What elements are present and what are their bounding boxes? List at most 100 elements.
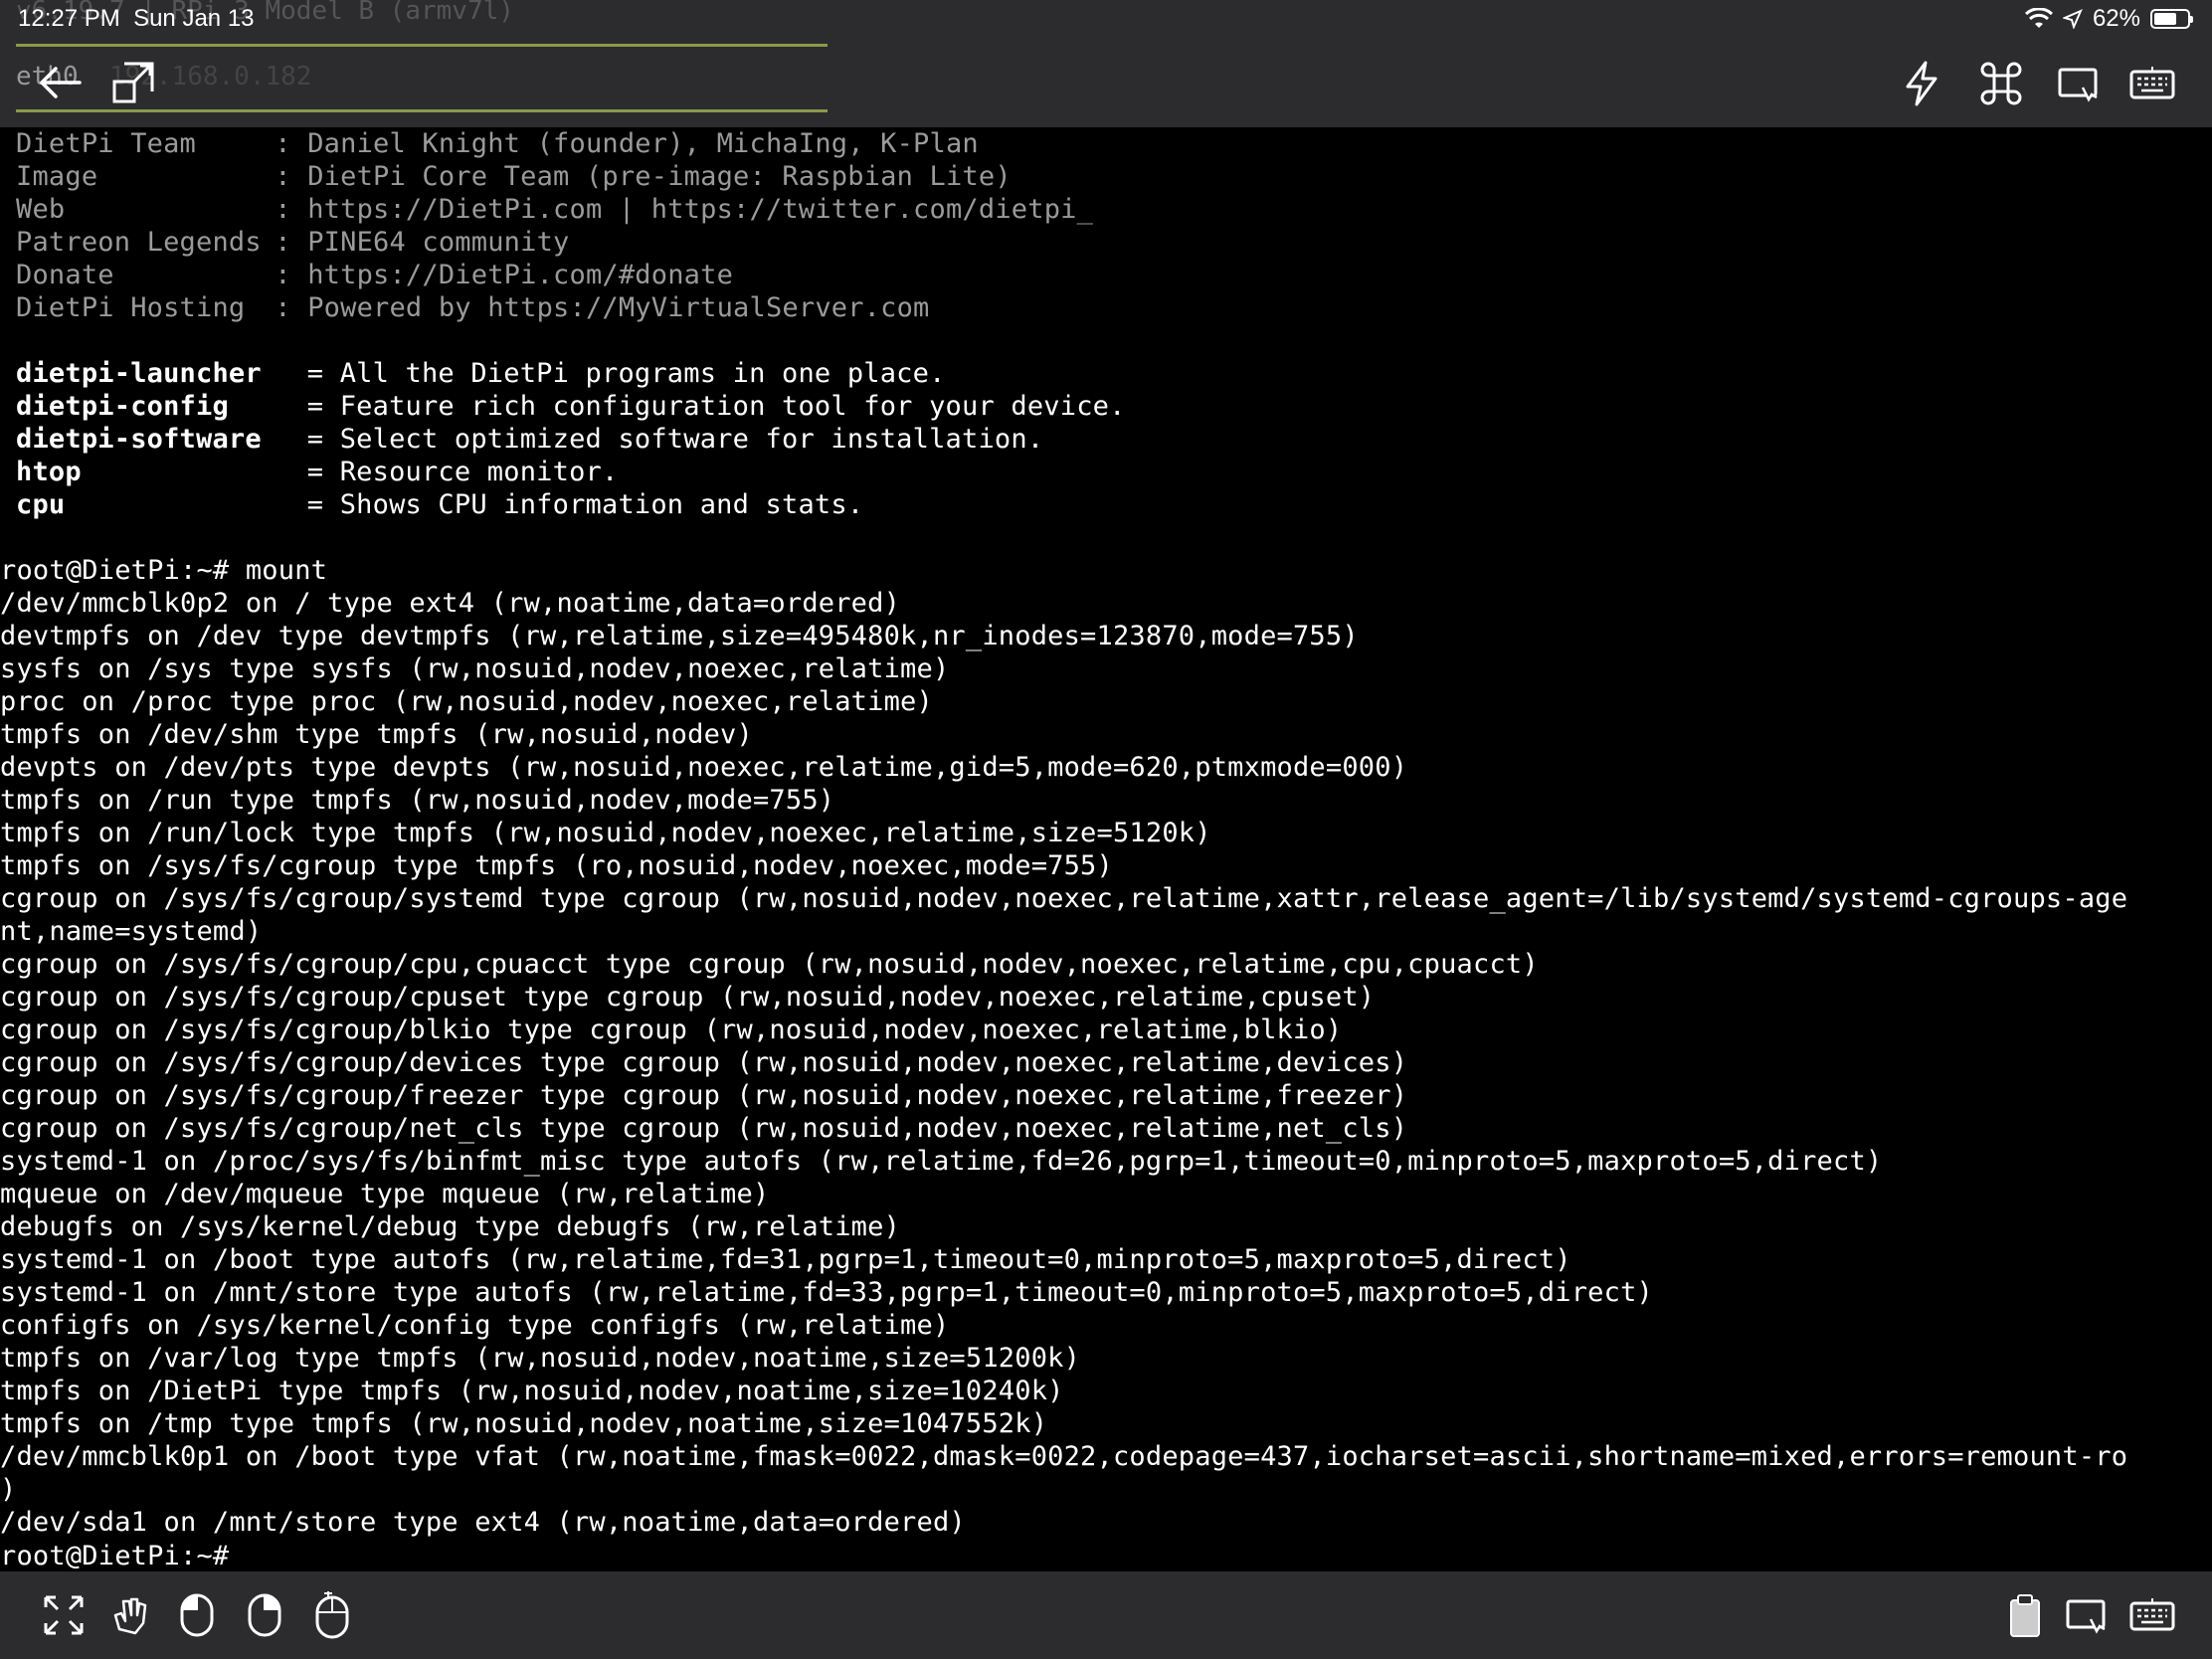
lightning-icon — [1906, 61, 1937, 106]
mouse-scroll-button[interactable] — [306, 1589, 358, 1641]
location-icon — [2062, 9, 2083, 29]
mount-output-line: tmpfs on /run type tmpfs (rw,nosuid,node… — [0, 785, 835, 816]
mount-output-line: devtmpfs on /dev type devtmpfs (rw,relat… — [0, 621, 1359, 651]
command-icon — [1980, 62, 2022, 105]
back-button[interactable] — [32, 58, 88, 107]
touch-screen-icon — [2066, 1599, 2106, 1634]
command-name: dietpi-config — [16, 391, 229, 422]
mount-output-line: cgroup on /sys/fs/cgroup/net_cls type cg… — [0, 1113, 1408, 1144]
command-name: cpu — [16, 489, 66, 520]
touch-mode-button[interactable] — [2053, 58, 2105, 109]
mount-output-line: systemd-1 on /mnt/store type autofs (rw,… — [0, 1277, 1653, 1308]
battery-percent: 62% — [2092, 5, 2140, 32]
mount-output-line: cgroup on /sys/fs/cgroup/cpuset type cgr… — [0, 982, 1376, 1013]
status-time: 12:27 PM — [18, 5, 120, 32]
info-row: Patreon Legends : PINE64 community — [16, 227, 570, 258]
mount-output-line: ) — [0, 1474, 17, 1505]
final-prompt: root@DietPi:~# — [0, 1539, 2212, 1571]
info-value: Daniel Knight (founder), MichaIng, K-Pla… — [307, 128, 979, 159]
mount-output-line: tmpfs on /var/log type tmpfs (rw,nosuid,… — [0, 1343, 1081, 1374]
info-row: Web : https://DietPi.com | https://twitt… — [16, 194, 1094, 225]
command-name: dietpi-software — [16, 424, 262, 455]
touch-screen-icon — [2058, 68, 2098, 102]
banner-divider-top — [16, 44, 828, 47]
keyboard-icon — [2129, 67, 2175, 99]
mouse-right-button[interactable] — [239, 1589, 290, 1641]
mount-output-line: /dev/mmcblk0p2 on / type ext4 (rw,noatim… — [0, 588, 901, 619]
dietpi-commands-block: dietpi-launcher = All the DietPi program… — [0, 357, 2212, 521]
command-desc: Resource monitor. — [339, 457, 619, 487]
info-key: DietPi Hosting — [16, 292, 246, 323]
mount-output-line: debugfs on /sys/kernel/debug type debugf… — [0, 1211, 901, 1242]
touch-mode-button-bottom[interactable] — [2061, 1589, 2113, 1641]
command-desc: Feature rich configuration tool for your… — [339, 391, 1126, 422]
banner-divider-bottom — [16, 109, 828, 112]
command-name: dietpi-launcher — [16, 358, 262, 389]
mount-output-line: /dev/sda1 on /mnt/store type ext4 (rw,no… — [0, 1507, 966, 1538]
mount-output-line: cgroup on /sys/fs/cgroup/freezer type cg… — [0, 1080, 1408, 1111]
command-desc: Shows CPU information and stats. — [339, 489, 864, 520]
resize-icon — [112, 62, 154, 103]
mouse-left-icon — [180, 1593, 214, 1637]
clipboard-icon — [2010, 1594, 2040, 1637]
command-desc: Select optimized software for installati… — [339, 424, 1044, 455]
prompt-line: root@DietPi:~# mount — [0, 555, 328, 586]
resize-button[interactable] — [105, 58, 161, 107]
status-date: Sun Jan 13 — [133, 5, 255, 32]
mount-output-line: cgroup on /sys/fs/cgroup/devices type cg… — [0, 1047, 1408, 1078]
top-toolbar: v6.19.7 | RPi 3 Model B (armv7l) eth0 19… — [0, 0, 2212, 127]
back-arrow-icon — [40, 67, 82, 98]
status-indicators: 62% — [2024, 5, 2193, 33]
command-row: cpu = Shows CPU information and stats. — [16, 489, 864, 520]
mount-output-line: proc on /proc type proc (rw,nosuid,nodev… — [0, 686, 933, 717]
fullscreen-icon — [44, 1595, 84, 1635]
info-value: PINE64 community — [307, 227, 570, 258]
mount-output-line: devpts on /dev/pts type devpts (rw,nosui… — [0, 752, 1408, 783]
battery-icon — [2150, 9, 2193, 29]
info-value: Powered by https://MyVirtualServer.com — [307, 292, 930, 323]
command-row: dietpi-config = Feature rich configurati… — [16, 391, 1126, 422]
mount-output: /dev/mmcblk0p2 on / type ext4 (rw,noatim… — [0, 587, 2212, 1539]
status-clock: 12:27 PM Sun Jan 13 — [18, 5, 255, 33]
info-key: Patreon Legends — [16, 227, 262, 258]
command-row: dietpi-launcher = All the DietPi program… — [16, 358, 946, 389]
mouse-left-button[interactable] — [171, 1589, 223, 1641]
mount-output-line: tmpfs on /DietPi type tmpfs (rw,nosuid,n… — [0, 1376, 1064, 1406]
keyboard-icon — [2129, 1598, 2175, 1631]
mount-output-line: cgroup on /sys/fs/cgroup/cpu,cpuacct typ… — [0, 949, 1539, 980]
gesture-button[interactable] — [105, 1589, 157, 1641]
info-key: Image — [16, 161, 98, 192]
keyboard-button[interactable] — [2124, 58, 2180, 109]
keyboard-button-bottom[interactable] — [2126, 1589, 2178, 1641]
command-button[interactable] — [1975, 58, 2027, 109]
mount-output-line: tmpfs on /run/lock type tmpfs (rw,nosuid… — [0, 818, 1211, 848]
ios-status-bar: 12:27 PM Sun Jan 13 62% — [0, 0, 2212, 38]
mouse-scroll-icon — [315, 1591, 349, 1639]
dietpi-info-block: DietPi Team : Daniel Knight (founder), M… — [0, 127, 2212, 324]
terminal-cursor — [246, 1539, 248, 1565]
mount-output-line: tmpfs on /dev/shm type tmpfs (rw,nosuid,… — [0, 719, 753, 750]
mount-output-line: cgroup on /sys/fs/cgroup/systemd type cg… — [0, 883, 2128, 914]
info-key: Donate — [16, 260, 114, 290]
info-value: https://DietPi.com | https://twitter.com… — [307, 194, 1094, 225]
mount-output-line: /dev/mmcblk0p1 on /boot type vfat (rw,no… — [0, 1441, 2128, 1472]
info-row: DietPi Hosting : Powered by https://MyVi… — [16, 292, 930, 323]
mouse-right-icon — [248, 1593, 281, 1637]
mount-output-line: cgroup on /sys/fs/cgroup/blkio type cgro… — [0, 1014, 1343, 1045]
bottom-toolbar — [0, 1571, 2212, 1659]
info-row: Donate : https://DietPi.com/#donate — [16, 260, 734, 290]
clipboard-button[interactable] — [1999, 1589, 2051, 1641]
mount-output-line: tmpfs on /tmp type tmpfs (rw,nosuid,node… — [0, 1408, 1048, 1439]
mount-output-line: configfs on /sys/kernel/config type conf… — [0, 1310, 950, 1341]
fullscreen-button[interactable] — [38, 1589, 90, 1641]
command-row: dietpi-software = Select optimized softw… — [16, 424, 1044, 455]
special-keys-button[interactable] — [1896, 58, 1947, 109]
command-name: htop — [16, 457, 82, 487]
mount-output-line: systemd-1 on /proc/sys/fs/binfmt_misc ty… — [0, 1146, 1883, 1177]
command-desc: All the DietPi programs in one place. — [339, 358, 946, 389]
info-value: https://DietPi.com/#donate — [307, 260, 734, 290]
mount-output-line: mqueue on /dev/mqueue type mqueue (rw,re… — [0, 1179, 770, 1209]
info-row: DietPi Team : Daniel Knight (founder), M… — [16, 128, 979, 159]
terminal-screen[interactable]: DietPi Team : Daniel Knight (founder), M… — [0, 127, 2212, 1571]
mount-output-line: sysfs on /sys type sysfs (rw,nosuid,node… — [0, 653, 950, 684]
